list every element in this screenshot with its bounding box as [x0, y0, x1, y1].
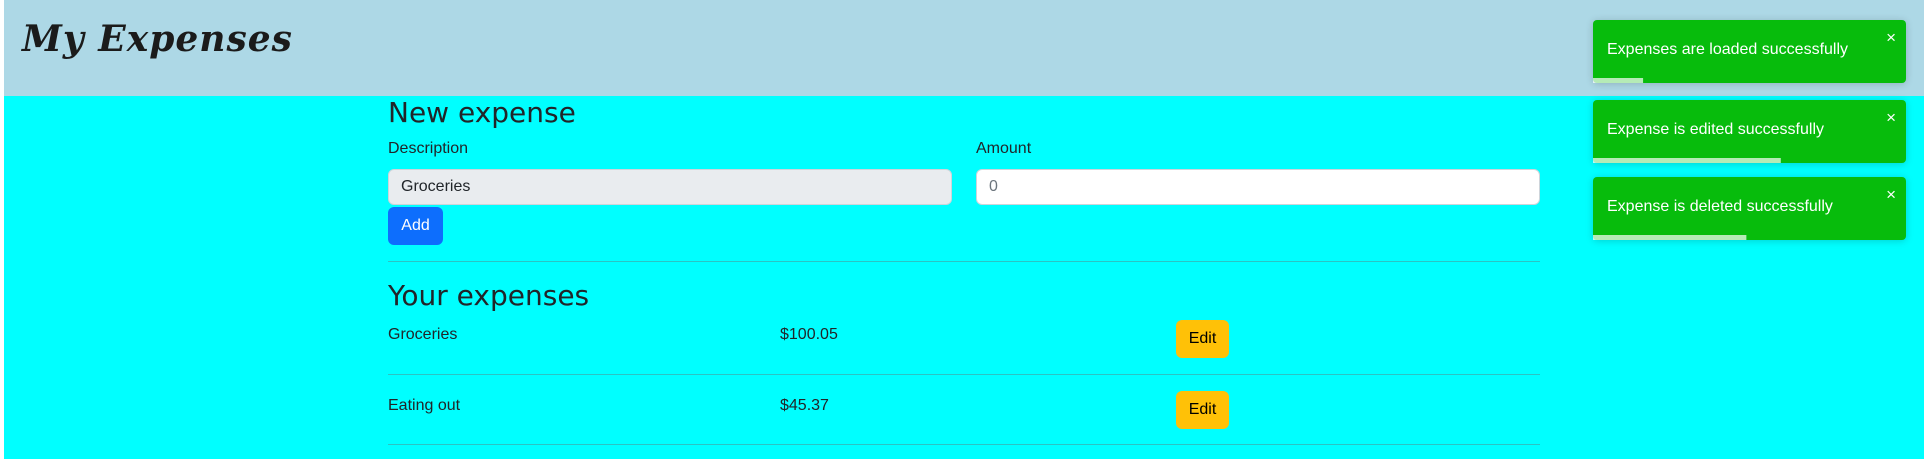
expense-row: Groceries $100.05 Edit	[388, 320, 1540, 390]
edit-button[interactable]: Edit	[1176, 391, 1229, 429]
toast-message: Expense is edited successfully	[1607, 121, 1824, 138]
description-field[interactable]: Groceries	[388, 169, 952, 205]
expense-description: Groceries	[388, 326, 458, 343]
app-brand: My Expenses	[22, 18, 293, 60]
toast-notification[interactable]: Expense is deleted successfully ×	[1593, 177, 1906, 240]
description-label: Description	[388, 140, 469, 157]
toast-notification[interactable]: Expense is edited successfully ×	[1593, 100, 1906, 163]
new-expense-title: New expense	[388, 96, 576, 129]
row-divider	[388, 444, 1540, 445]
edit-button[interactable]: Edit	[1176, 320, 1229, 358]
add-button[interactable]: Add	[388, 207, 443, 245]
toast-message: Expense is deleted successfully	[1607, 198, 1833, 215]
toast-progress-bar	[1593, 158, 1781, 163]
toast-progress-bar	[1593, 78, 1644, 83]
toast-message: Expenses are loaded successfully	[1607, 41, 1849, 58]
close-icon[interactable]: ×	[1886, 186, 1896, 203]
expense-amount: $100.05	[780, 326, 838, 343]
expense-description: Eating out	[388, 397, 461, 414]
close-icon[interactable]: ×	[1886, 29, 1896, 46]
expense-row: Eating out $45.37 Edit	[388, 391, 1540, 461]
expense-amount: $45.37	[780, 397, 829, 414]
amount-label: Amount	[976, 140, 1032, 157]
toast-progress-bar	[1593, 235, 1747, 240]
your-expenses-title: Your expenses	[388, 279, 590, 312]
row-divider	[388, 374, 1540, 375]
close-icon[interactable]: ×	[1886, 109, 1896, 126]
toast-notification[interactable]: Expenses are loaded successfully ×	[1593, 20, 1906, 83]
divider	[388, 261, 1540, 262]
amount-field[interactable]: 0	[976, 169, 1540, 205]
